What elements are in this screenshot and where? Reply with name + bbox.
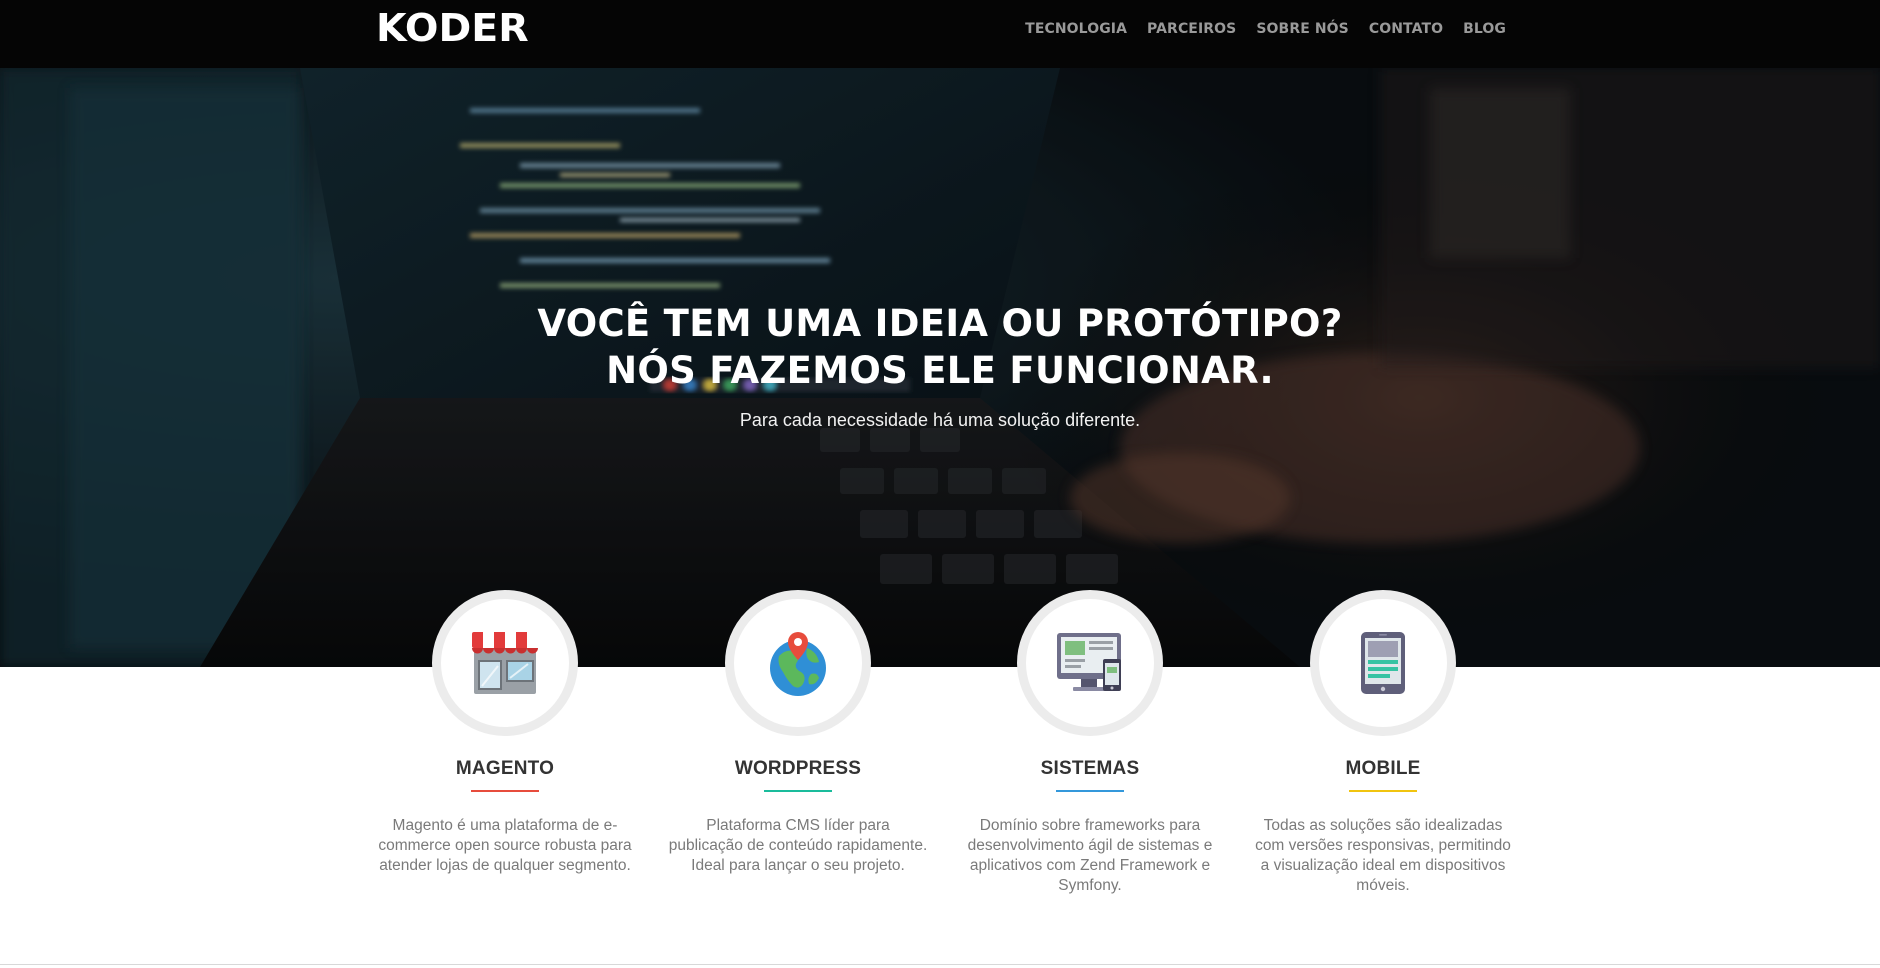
feature-title: SISTEMAS (1040, 758, 1140, 779)
feature-title: MAGENTO (455, 758, 555, 779)
feature-icon-circle (432, 590, 578, 736)
feature-magento: MAGENTO Magento é uma plataforma de e-co… (371, 590, 639, 876)
feature-title: MOBILE (1345, 758, 1421, 779)
nav-item-blog[interactable]: BLOG (1463, 18, 1506, 40)
feature-description: Plataforma CMS líder para publicação de … (668, 817, 928, 874)
section-divider (0, 964, 1880, 965)
feature-description: Todas as soluções são idealizadas com ve… (1255, 817, 1511, 894)
feature-description: Domínio sobre frameworks para desenvolvi… (967, 817, 1213, 894)
feature-title: WORDPRESS (734, 758, 862, 779)
nav-item-sobre-nos[interactable]: SOBRE NÓS (1256, 18, 1348, 40)
nav-item-tecnologia[interactable]: TECNOLOGIA (1025, 18, 1127, 40)
feature-title-underline (471, 790, 539, 792)
top-navbar: KODER TECNOLOGIA PARCEIROS SOBRE NÓS CON… (0, 0, 1880, 68)
feature-mobile: MOBILE Todas as soluções são idealizadas… (1249, 590, 1517, 896)
feature-title-underline (1349, 790, 1417, 792)
feature-title-underline (764, 790, 832, 792)
feature-sistemas: SISTEMAS Domínio sobre frameworks para d… (956, 590, 1224, 896)
devices-icon (1057, 633, 1121, 691)
main-nav: TECNOLOGIA PARCEIROS SOBRE NÓS CONTATO B… (1005, 18, 1506, 40)
globe-pin-icon (770, 632, 826, 696)
feature-description: Magento é uma plataforma de e-commerce o… (378, 817, 632, 874)
nav-item-parceiros[interactable]: PARCEIROS (1147, 18, 1236, 40)
brand-logo[interactable]: KODER (376, 6, 529, 50)
hero-title-line-1: VOCÊ TEM UMA IDEIA OU PROTÓTIPO? (537, 302, 1343, 345)
feature-title-underline (1056, 790, 1124, 792)
storefront-icon (472, 632, 538, 694)
hero-subtitle: Para cada necessidade há uma solução dif… (739, 410, 1141, 430)
feature-wordpress: WORDPRESS Plataforma CMS líder para publ… (664, 590, 932, 876)
feature-icon-circle (1310, 590, 1456, 736)
hero-title: VOCÊ TEM UMA IDEIA OU PROTÓTIPO? NÓS FAZ… (0, 300, 1880, 394)
hero-section: VOCÊ TEM UMA IDEIA OU PROTÓTIPO? NÓS FAZ… (0, 68, 1880, 667)
feature-icon-circle (725, 590, 871, 736)
nav-item-contato[interactable]: CONTATO (1369, 18, 1443, 40)
hero-title-line-2: NÓS FAZEMOS ELE FUNCIONAR. (606, 349, 1274, 392)
tablet-icon (1361, 632, 1405, 694)
feature-icon-circle (1017, 590, 1163, 736)
